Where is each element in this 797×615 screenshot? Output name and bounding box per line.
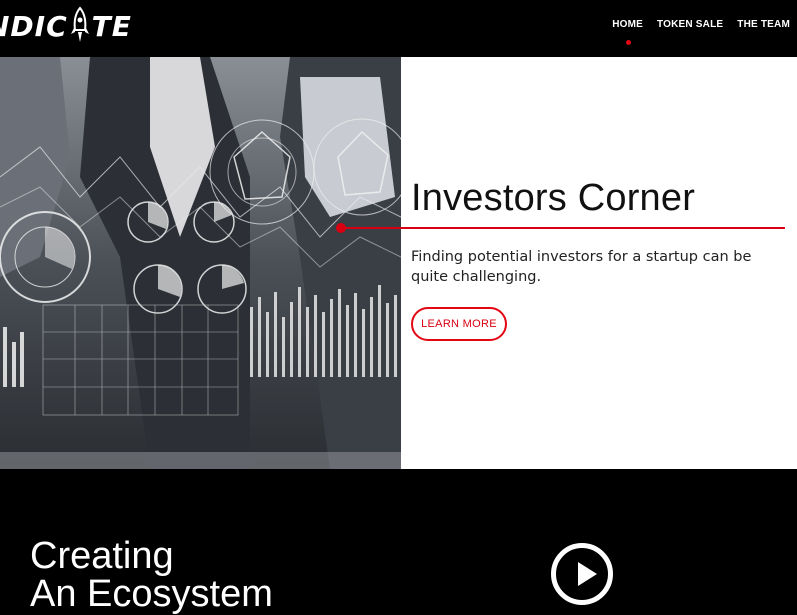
ecosystem-heading-line2: An Ecosystem <box>30 573 273 615</box>
hero-title-wrap: Investors Corner <box>411 177 791 220</box>
play-circle-icon[interactable] <box>551 543 613 605</box>
business-people-hologram-image <box>0 57 401 469</box>
hero-description: Finding potential investors for a startu… <box>411 249 752 285</box>
nav-token-sale[interactable]: TOKEN SALE <box>650 19 730 30</box>
hero-section: Investors Corner Finding potential inves… <box>0 57 797 469</box>
nav-the-team[interactable]: THE TEAM <box>730 19 797 30</box>
nav-home[interactable]: HOME <box>605 19 650 45</box>
title-accent-line <box>340 227 785 229</box>
site-header: NDIC TE HOME TOKEN SALE THE TEAM <box>0 0 797 57</box>
main-nav: HOME TOKEN SALE THE TEAM <box>605 19 797 45</box>
ecosystem-section: Creating An Ecosystem <box>0 469 797 613</box>
rocket-icon <box>70 6 89 42</box>
ecosystem-heading: Creating An Ecosystem <box>30 537 273 613</box>
hero-title: Investors Corner <box>411 177 696 219</box>
hero-photo <box>0 57 401 469</box>
ecosystem-heading-line1: Creating <box>30 535 174 577</box>
logo[interactable]: NDIC TE <box>0 6 132 46</box>
learn-more-button[interactable]: LEARN MORE <box>411 307 507 341</box>
